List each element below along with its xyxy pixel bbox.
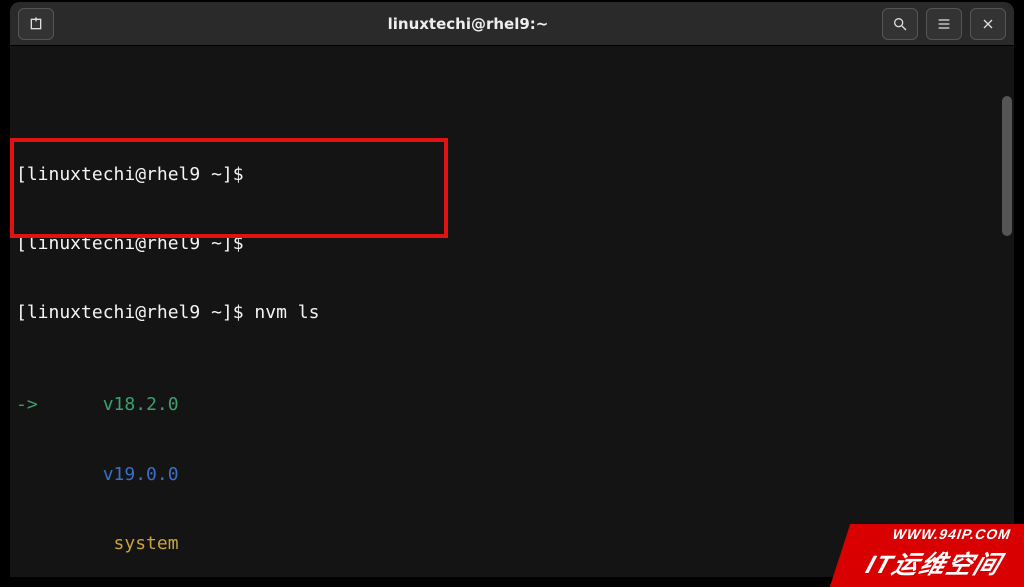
menu-button[interactable] <box>926 8 962 40</box>
prompt: [linuxtechi@rhel9 ~]$ <box>16 302 244 323</box>
prompt-line: [linuxtechi@rhel9 ~]$ <box>16 232 1008 255</box>
titlebar: linuxtechi@rhel9:~ <box>10 2 1014 46</box>
nvm-version: v19.0.0 <box>16 463 1008 486</box>
close-button[interactable] <box>970 8 1006 40</box>
prompt: [linuxtechi@rhel9 ~]$ <box>16 233 244 254</box>
terminal-window: linuxtechi@rhel9:~ [linuxtechi@rhel9 ~]$… <box>10 2 1014 577</box>
window-title: linuxtechi@rhel9:~ <box>62 15 874 33</box>
new-tab-icon <box>28 16 44 32</box>
prompt-line: [linuxtechi@rhel9 ~]$ <box>16 163 1008 186</box>
command-text: nvm ls <box>254 302 319 323</box>
search-icon <box>892 16 908 32</box>
prompt-line: [linuxtechi@rhel9 ~]$ nvm ls <box>16 301 1008 324</box>
highlight-box <box>10 138 448 238</box>
nvm-system: system <box>16 532 1008 555</box>
close-icon <box>980 16 996 32</box>
search-button[interactable] <box>882 8 918 40</box>
hamburger-icon <box>936 16 952 32</box>
nvm-current: -> v18.2.0 <box>16 393 1008 416</box>
terminal-body[interactable]: [linuxtechi@rhel9 ~]$ [linuxtechi@rhel9 … <box>10 46 1014 577</box>
new-tab-button[interactable] <box>18 8 54 40</box>
scrollbar-thumb[interactable] <box>1002 96 1012 236</box>
prompt: [linuxtechi@rhel9 ~]$ <box>16 164 244 185</box>
